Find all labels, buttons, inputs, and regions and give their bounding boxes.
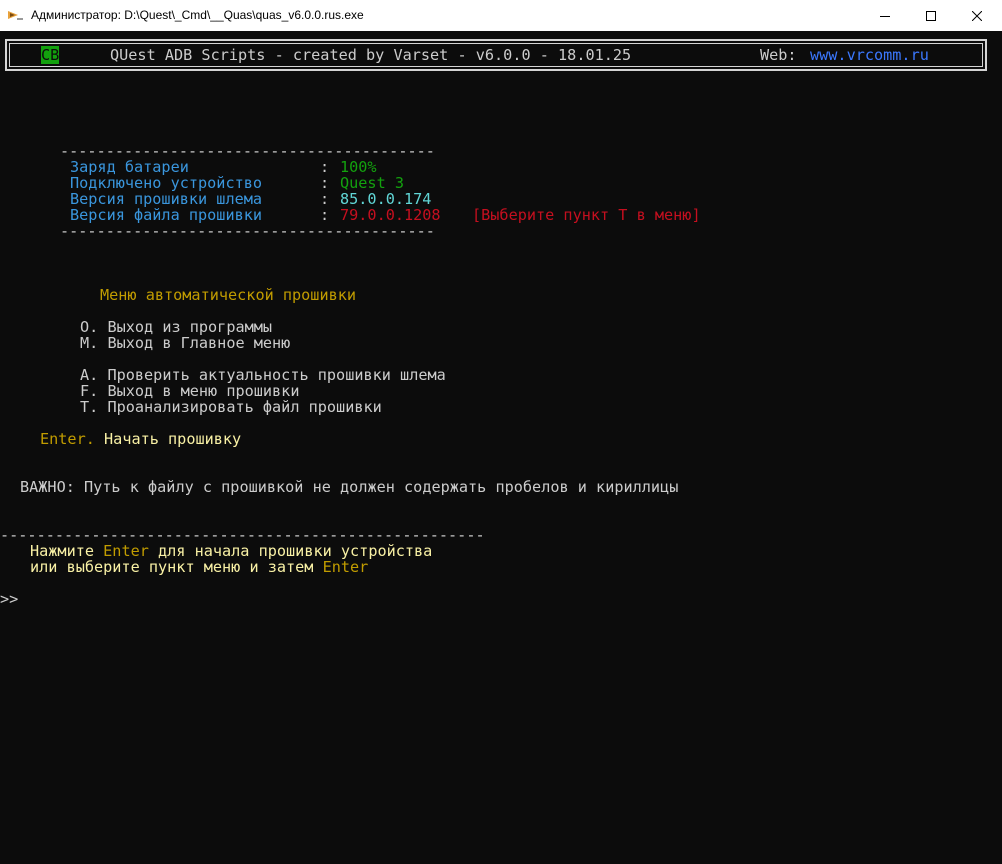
status-colon: : <box>320 190 330 208</box>
menu-key: M. <box>80 334 99 352</box>
menu-item-main-menu[interactable]: M. Выход в Главное меню <box>80 335 290 351</box>
footer-hint-line2: или выберите пункт меню и затем Enter <box>30 558 369 576</box>
status-value-device: Quest 3 <box>340 174 405 192</box>
close-button[interactable] <box>954 0 1000 31</box>
status-row-file-fw: Версия файла прошивки <box>70 207 280 223</box>
window-titlebar[interactable]: Администратор: D:\Quest\_Cmd\__Quas\quas… <box>0 0 1002 31</box>
menu-label: Начать прошивку <box>104 430 242 448</box>
status-value-file-fw: 79.0.0.1208 <box>340 206 441 224</box>
footer-hint-line1: Нажмите Enter для начала прошивки устрой… <box>30 542 433 560</box>
menu-item-exit[interactable]: O. Выход из программы <box>80 319 272 335</box>
warning-text: ВАЖНО: Путь к файлу с прошивкой не долже… <box>20 478 679 496</box>
status-colon: : <box>320 158 330 176</box>
status-note-file-fw: [Выберите пункт T в меню] <box>472 206 701 224</box>
minimize-button[interactable] <box>862 0 908 31</box>
close-icon <box>972 10 982 21</box>
menu-label: Выход в Главное меню <box>107 334 291 352</box>
maximize-icon <box>926 10 936 21</box>
status-value-headset-fw: 85.0.0.174 <box>340 190 432 208</box>
status-colon: : <box>320 174 330 192</box>
terminal-app-icon <box>8 9 24 21</box>
status-value-battery: 100% <box>340 158 377 176</box>
menu-key: T. <box>80 398 99 416</box>
minimize-icon <box>880 11 890 21</box>
status-row-device: Подключено устройство <box>70 175 280 191</box>
menu-item-analyze-file[interactable]: T. Проанализировать файл прошивки <box>80 399 382 415</box>
header-web-link[interactable]: www.vrcomm.ru <box>810 47 929 63</box>
status-separator-bottom: ----------------------------------------… <box>60 222 435 240</box>
maximize-button[interactable] <box>908 0 954 31</box>
console-area[interactable]: CB QUest ADB Scripts - created by Varset… <box>0 31 1002 864</box>
status-colon: : <box>320 206 330 224</box>
menu-item-start-flash[interactable]: Enter. Начать прошивку <box>40 431 241 447</box>
window-title: Администратор: D:\Quest\_Cmd\__Quas\quas… <box>31 8 364 22</box>
status-row-headset-fw: Версия прошивки шлема <box>70 191 280 207</box>
menu-label: Проанализировать файл прошивки <box>107 398 382 416</box>
command-prompt[interactable]: >> <box>0 591 18 607</box>
status-separator-top: ----------------------------------------… <box>60 142 435 160</box>
enter-key-hint: Enter <box>322 558 369 576</box>
header-web-label: Web: <box>760 46 797 64</box>
header-badge: CB <box>41 46 60 64</box>
footer-separator: ----------------------------------------… <box>0 526 485 544</box>
menu-item-check-fw[interactable]: A. Проверить актуальность прошивки шлема <box>80 367 446 383</box>
status-row-battery: Заряд батареи <box>70 159 280 175</box>
menu-title: Меню автоматической прошивки <box>100 286 357 304</box>
header-title: QUest ADB Scripts - created by Varset - … <box>110 46 632 64</box>
menu-item-fw-menu[interactable]: F. Выход в меню прошивки <box>80 383 299 399</box>
menu-key: Enter. <box>40 430 95 448</box>
